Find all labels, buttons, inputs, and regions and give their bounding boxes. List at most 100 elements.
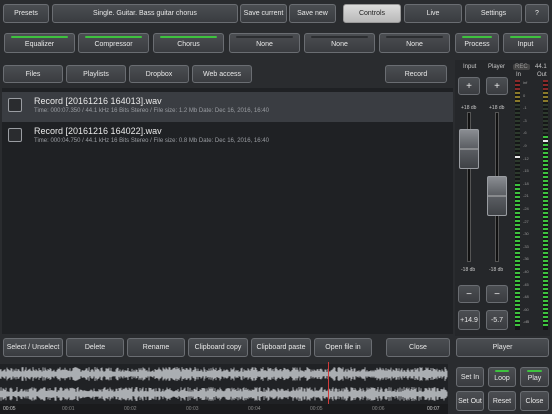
close-transport-button[interactable]: Close bbox=[520, 391, 549, 411]
meter-segment bbox=[515, 288, 520, 290]
effect-indicator bbox=[510, 36, 541, 38]
effect-slot-4[interactable]: None bbox=[229, 33, 300, 53]
help-button[interactable]: ? bbox=[525, 4, 549, 23]
meter-segment bbox=[543, 248, 548, 250]
reset-button[interactable]: Reset bbox=[488, 391, 516, 411]
meter-segment bbox=[515, 148, 520, 150]
tab-controls[interactable]: Controls bbox=[343, 4, 401, 23]
meter-segment bbox=[515, 104, 520, 106]
player-button[interactable]: Player bbox=[456, 338, 549, 357]
meter-segment bbox=[543, 80, 548, 82]
meter-segment bbox=[543, 208, 548, 210]
tab-files[interactable]: Files bbox=[3, 65, 63, 83]
meter-scale-label: -30 bbox=[523, 231, 529, 237]
checkbox[interactable] bbox=[8, 98, 22, 112]
meter-segment bbox=[515, 108, 520, 110]
play-button[interactable]: Play bbox=[520, 367, 549, 387]
tab-playlists[interactable]: Playlists bbox=[66, 65, 126, 83]
meter-segment bbox=[543, 148, 548, 150]
meter-segment bbox=[515, 312, 520, 314]
meter-segment bbox=[543, 308, 548, 310]
tab-live[interactable]: Live bbox=[404, 4, 462, 23]
effect-slot-6[interactable]: None bbox=[379, 33, 450, 53]
preset-name-field[interactable]: Single. Guitar. Bass guitar chorus bbox=[52, 4, 238, 23]
checkbox[interactable] bbox=[8, 128, 22, 142]
meter-segment bbox=[543, 116, 548, 118]
meter-segment bbox=[515, 188, 520, 190]
meter-segment bbox=[543, 236, 548, 238]
set-out-button[interactable]: Set Out bbox=[456, 391, 484, 411]
meter-segment bbox=[543, 140, 548, 142]
save-new-button[interactable]: Save new bbox=[289, 4, 336, 23]
meter-segment bbox=[543, 204, 548, 206]
meter-segment bbox=[543, 156, 548, 158]
meter-scale-label: -36 bbox=[523, 256, 529, 262]
close-file-list-button[interactable]: Close bbox=[386, 338, 450, 357]
meter-segment bbox=[515, 184, 520, 186]
delete-button[interactable]: Delete bbox=[66, 338, 124, 357]
meter-segment bbox=[543, 320, 548, 322]
meter-segment bbox=[543, 240, 548, 242]
meter-segment bbox=[543, 108, 548, 110]
meter-segment bbox=[543, 312, 548, 314]
set-in-button[interactable]: Set In bbox=[456, 367, 484, 387]
meter-segment bbox=[543, 280, 548, 282]
effect-slot-8[interactable]: Input bbox=[503, 33, 548, 53]
effect-indicator bbox=[236, 36, 293, 38]
meter-segment bbox=[515, 324, 520, 326]
input-minus-button[interactable]: − bbox=[458, 285, 480, 303]
presets-button[interactable]: Presets bbox=[3, 4, 49, 23]
list-item[interactable]: Record [20161216 164022].wav Time: 000:0… bbox=[2, 122, 453, 152]
file-info: Time: 000:07.350 / 44.1 kHz 16 Bits Ster… bbox=[34, 108, 269, 114]
record-button[interactable]: Record bbox=[385, 65, 447, 83]
meter-segment bbox=[543, 164, 548, 166]
meter-segment bbox=[515, 280, 520, 282]
loop-button[interactable]: Loop bbox=[488, 367, 516, 387]
effect-slot-2[interactable]: Compressor bbox=[78, 33, 149, 53]
effect-slot-5[interactable]: None bbox=[304, 33, 375, 53]
meter-segment bbox=[515, 92, 520, 94]
tab-web-access[interactable]: Web access bbox=[192, 65, 252, 83]
meter-segment bbox=[515, 228, 520, 230]
clipboard-paste-button[interactable]: Clipboard paste bbox=[251, 338, 311, 357]
time-end: 00:07 bbox=[427, 406, 440, 412]
meter-segment bbox=[543, 260, 548, 262]
open-file-in-button[interactable]: Open file in bbox=[314, 338, 372, 357]
meter-segment bbox=[515, 144, 520, 146]
meter-segment bbox=[515, 216, 520, 218]
save-current-button[interactable]: Save current bbox=[240, 4, 287, 23]
meter-segment bbox=[543, 284, 548, 286]
effect-slot-1[interactable]: Equalizer bbox=[4, 33, 75, 53]
timeline-tick: 00:06 bbox=[372, 406, 385, 412]
file-title: Record [20161216 164022].wav bbox=[34, 126, 162, 136]
clipboard-copy-button[interactable]: Clipboard copy bbox=[188, 338, 248, 357]
meter-segment bbox=[515, 264, 520, 266]
tab-dropbox[interactable]: Dropbox bbox=[129, 65, 189, 83]
rename-button[interactable]: Rename bbox=[127, 338, 185, 357]
meter-segment bbox=[543, 292, 548, 294]
player-minus-button[interactable]: − bbox=[486, 285, 508, 303]
player-plus-button[interactable]: + bbox=[486, 77, 508, 95]
meter-segment bbox=[515, 272, 520, 274]
meter-segment bbox=[543, 212, 548, 214]
list-item[interactable]: Record [20161216 164013].wav Time: 000:0… bbox=[2, 92, 453, 122]
effect-slot-7[interactable]: Process bbox=[455, 33, 499, 53]
rec-indicator: REC bbox=[513, 64, 530, 70]
input-value: +14.9 bbox=[458, 310, 480, 330]
meter-segment bbox=[515, 240, 520, 242]
meter-segment bbox=[543, 172, 548, 174]
file-title: Record [20161216 164013].wav bbox=[34, 96, 162, 106]
select-unselect-button[interactable]: Select / Unselect bbox=[3, 338, 63, 357]
input-plus-button[interactable]: + bbox=[458, 77, 480, 95]
time-start: 00:05 bbox=[3, 406, 16, 412]
player-fader-handle[interactable] bbox=[487, 175, 507, 216]
waveform[interactable] bbox=[0, 364, 448, 404]
meter-segment bbox=[515, 256, 520, 258]
meter-scale-label: -21 bbox=[523, 193, 529, 199]
meter-segment bbox=[515, 88, 520, 90]
input-fader-handle[interactable] bbox=[459, 128, 479, 169]
sample-rate: 44.1 bbox=[535, 64, 547, 70]
effect-slot-3[interactable]: Chorus bbox=[153, 33, 224, 53]
tab-settings[interactable]: Settings bbox=[465, 4, 522, 23]
meter-segment bbox=[515, 128, 520, 130]
